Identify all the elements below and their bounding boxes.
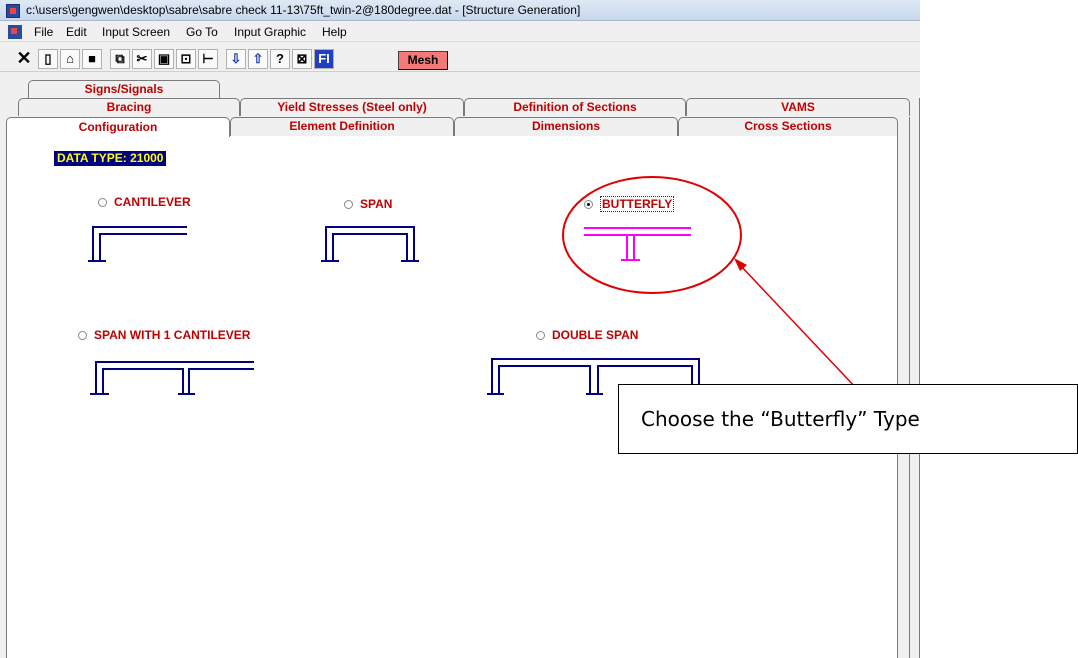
application-window: c:\users\gengwen\desktop\sabre\sabre che… — [0, 0, 920, 658]
option-butterfly[interactable]: BUTTERFLY — [584, 196, 675, 212]
butterfly-label: BUTTERFLY — [600, 196, 675, 212]
cantilever-label: CANTILEVER — [114, 195, 191, 209]
tab-definition-of-sections[interactable]: Definition of Sections — [464, 98, 686, 116]
fi-icon[interactable]: FI — [314, 49, 334, 69]
double-span-label: DOUBLE SPAN — [552, 328, 639, 342]
callout-text: Choose the “Butterfly” Type — [641, 407, 920, 431]
new-file-icon[interactable]: ▯ — [38, 49, 58, 69]
cantilever-radio[interactable] — [98, 198, 107, 207]
tab-row-2-edge — [910, 98, 920, 658]
open-folder-icon[interactable]: ⌂ — [60, 49, 80, 69]
span-label: SPAN — [360, 197, 393, 211]
paste-icon[interactable]: ▣ — [154, 49, 174, 69]
help-pointer-icon[interactable]: ? — [270, 49, 290, 69]
tab-bracing[interactable]: Bracing — [18, 98, 240, 116]
butterfly-radio[interactable] — [584, 200, 593, 209]
tree-icon[interactable]: ⊢ — [198, 49, 218, 69]
toolbar: ✕ ▯ ⌂ ■ ⧉ ✂ ▣ ⊡ ⊢ ⇩ ⇧ ? ⊠ FI — [0, 44, 920, 72]
cut-icon[interactable]: ✂ — [132, 49, 152, 69]
option-span-with-cantilever[interactable]: SPAN WITH 1 CANTILEVER — [78, 328, 250, 342]
save-icon[interactable]: ■ — [82, 49, 102, 69]
tab-element-definition[interactable]: Element Definition — [230, 117, 454, 136]
tab-vams[interactable]: VAMS — [686, 98, 910, 116]
callout-box: Choose the “Butterfly” Type — [618, 384, 1078, 454]
menu-file[interactable]: File — [34, 25, 53, 39]
option-double-span[interactable]: DOUBLE SPAN — [536, 328, 638, 342]
span-radio[interactable] — [344, 200, 353, 209]
menu-input-screen[interactable]: Input Screen — [102, 25, 170, 39]
span-with-cantilever-label: SPAN WITH 1 CANTILEVER — [94, 328, 251, 342]
tab-yield-stresses[interactable]: Yield Stresses (Steel only) — [240, 98, 464, 116]
chart-icon[interactable]: ⊠ — [292, 49, 312, 69]
arrow-up-icon[interactable]: ⇧ — [248, 49, 268, 69]
tab-signs-signals[interactable]: Signs/Signals — [28, 80, 220, 98]
tab-cross-sections[interactable]: Cross Sections — [678, 117, 898, 136]
menu-edit[interactable]: Edit — [66, 25, 87, 39]
close-icon[interactable]: ✕ — [14, 49, 34, 69]
copy-icon[interactable]: ⧉ — [110, 49, 130, 69]
title-bar: c:\users\gengwen\desktop\sabre\sabre che… — [0, 0, 920, 21]
document-icon[interactable] — [8, 25, 22, 39]
span-with-cantilever-radio[interactable] — [78, 331, 87, 340]
window-title: c:\users\gengwen\desktop\sabre\sabre che… — [26, 3, 581, 17]
mesh-button[interactable]: Mesh — [398, 51, 448, 70]
data-type-label: DATA TYPE: 21000 — [54, 151, 167, 166]
clipboard-icon[interactable]: ⊡ — [176, 49, 196, 69]
menu-help[interactable]: Help — [322, 25, 347, 39]
tab-configuration[interactable]: Configuration — [6, 117, 230, 137]
menu-bar: File Edit Input Screen Go To Input Graph… — [0, 22, 920, 42]
app-icon[interactable] — [6, 4, 20, 18]
option-cantilever[interactable]: CANTILEVER — [98, 195, 191, 209]
tab-dimensions[interactable]: Dimensions — [454, 117, 678, 136]
menu-go-to[interactable]: Go To — [186, 25, 218, 39]
double-span-radio[interactable] — [536, 331, 545, 340]
arrow-down-icon[interactable]: ⇩ — [226, 49, 246, 69]
option-span[interactable]: SPAN — [344, 197, 392, 211]
menu-input-graphic[interactable]: Input Graphic — [234, 25, 306, 39]
